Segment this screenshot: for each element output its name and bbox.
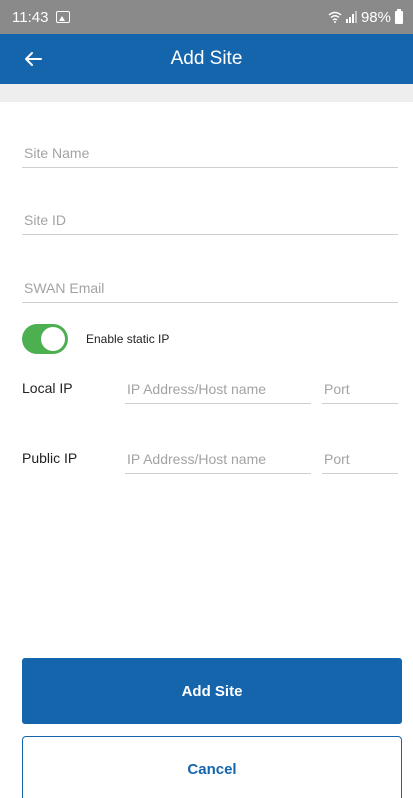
local-ip-port-field	[322, 374, 398, 404]
swan-email-input[interactable]	[22, 273, 398, 302]
site-id-field	[22, 205, 398, 235]
public-ip-label: Public IP	[22, 450, 78, 466]
header-divider-strip	[0, 84, 413, 102]
status-bar: 11:43 98%	[0, 0, 413, 34]
local-ip-row: Local IP	[22, 374, 398, 404]
status-right: 98%	[328, 8, 403, 26]
back-arrow-icon	[25, 52, 42, 66]
signal-icon	[345, 11, 357, 23]
toggle-knob	[41, 327, 65, 351]
site-name-input[interactable]	[22, 138, 398, 167]
status-time: 11:43	[12, 8, 49, 26]
public-ip-address-input[interactable]	[125, 444, 311, 473]
battery-icon	[395, 8, 403, 24]
site-id-input[interactable]	[22, 205, 398, 234]
public-ip-row: Public IP	[22, 444, 398, 474]
site-name-field	[22, 138, 398, 168]
add-site-button[interactable]: Add Site	[22, 658, 402, 724]
public-ip-port-field	[322, 444, 398, 474]
cancel-button[interactable]: Cancel	[22, 736, 402, 798]
battery-percent: 98%	[360, 8, 391, 26]
local-ip-address-field	[125, 374, 311, 404]
local-ip-address-input[interactable]	[125, 374, 311, 403]
page-title: Add Site	[170, 48, 243, 69]
app-bar: Add Site	[0, 34, 413, 84]
wifi-icon	[328, 11, 342, 23]
local-ip-label: Local IP	[22, 380, 73, 396]
public-ip-port-input[interactable]	[322, 444, 398, 473]
gallery-icon	[56, 11, 71, 23]
public-ip-address-field	[125, 444, 311, 474]
swan-email-field	[22, 273, 398, 303]
back-button[interactable]	[16, 42, 50, 76]
static-ip-label: Enable static IP	[86, 332, 170, 346]
static-ip-row: Enable static IP	[22, 324, 169, 354]
static-ip-toggle[interactable]	[22, 324, 68, 354]
local-ip-port-input[interactable]	[322, 374, 398, 403]
status-left: 11:43	[12, 8, 71, 26]
